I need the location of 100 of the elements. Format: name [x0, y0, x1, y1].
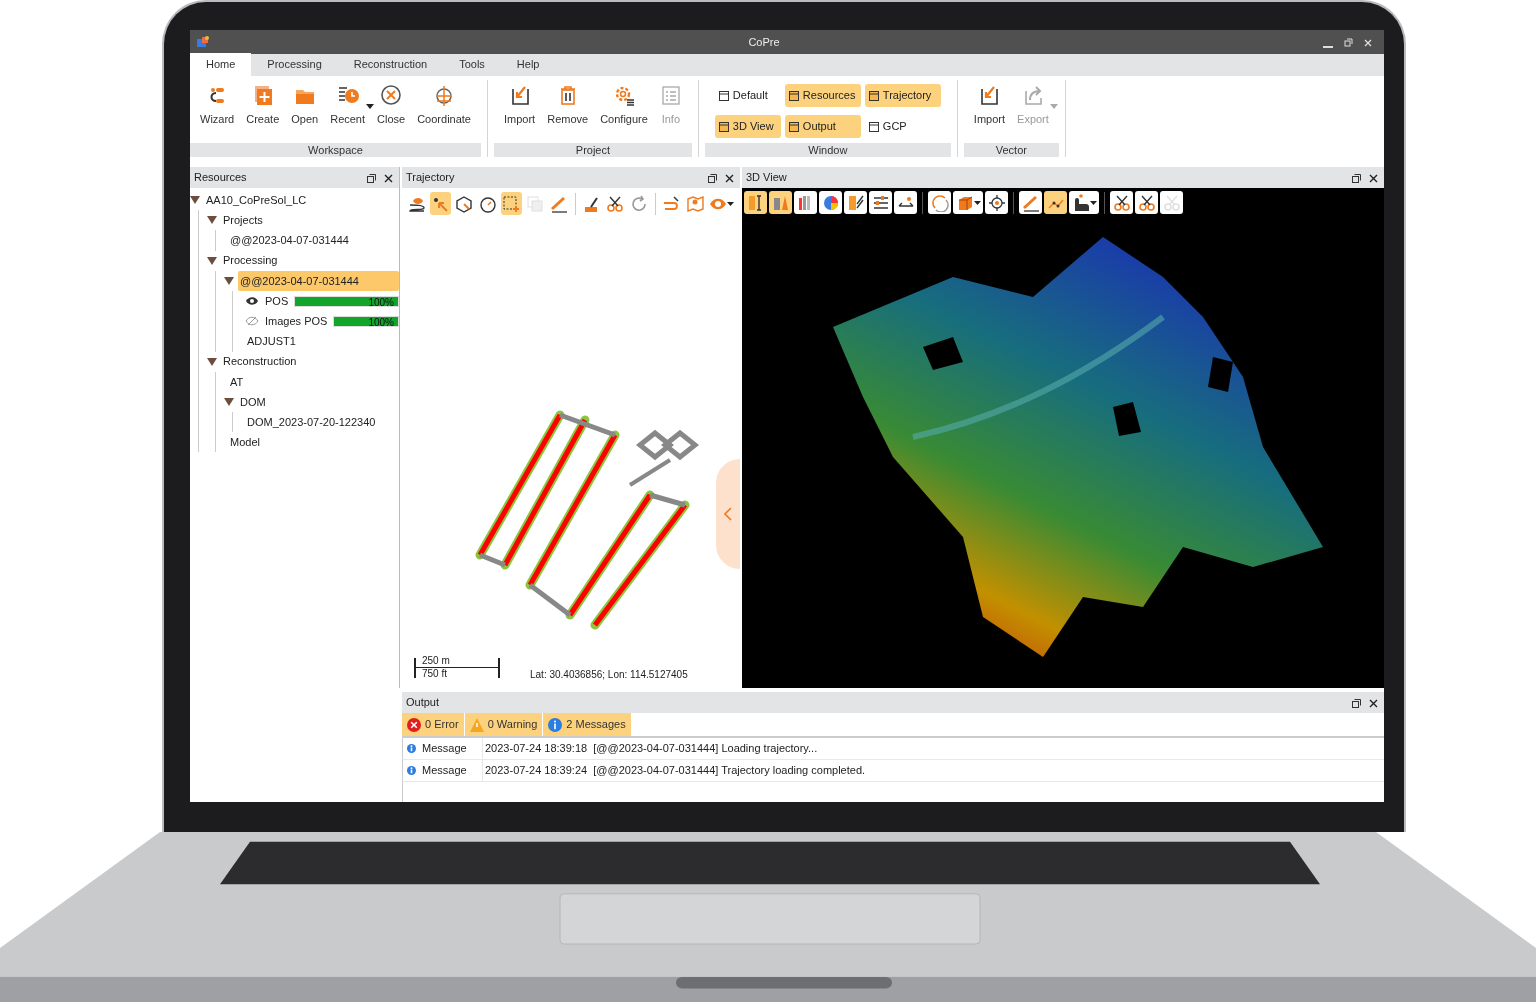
close-icon [1363, 37, 1373, 48]
window-title: CoPre [747, 34, 781, 50]
panel-title: Trajectory [406, 170, 456, 186]
tree-item[interactable]: @@2023-04-07-031444 [238, 270, 399, 292]
window-toggle[interactable]: Output [784, 115, 861, 138]
window-toggle[interactable]: Trajectory [864, 84, 941, 107]
tree-item[interactable]: DOM [238, 392, 268, 412]
caret-icon [973, 200, 981, 205]
restore-icon [367, 173, 376, 183]
tree-item[interactable]: Images POS [263, 311, 330, 331]
ribbon-button[interactable]: Create [240, 80, 286, 132]
restore-icon [1343, 37, 1353, 48]
window-icon [718, 121, 729, 132]
message-type: Message [422, 741, 467, 757]
tree-item[interactable]: POS [263, 291, 291, 311]
menu-tab[interactable]: Tools [443, 52, 501, 76]
filter-button[interactable]: 0 Warning [464, 713, 543, 736]
restore-icon [1352, 173, 1361, 183]
ribbon-group-label: Project [494, 143, 692, 157]
menu-tab[interactable]: Home [190, 52, 252, 76]
tool-button[interactable] [894, 191, 917, 214]
coordinates-text: Lat: 30.4036856; Lon: 114.5127405 [530, 668, 688, 682]
tree-item[interactable]: Reconstruction [221, 352, 299, 371]
collapse-handle[interactable] [716, 459, 740, 569]
progress-reading: 100% [368, 295, 394, 310]
window-icon [718, 90, 729, 101]
window-icon [788, 121, 799, 132]
menu-tab[interactable]: Help [500, 52, 556, 76]
ribbon-group-label: Vector [963, 143, 1059, 157]
tool-button[interactable] [985, 191, 1008, 214]
clock-icon [336, 84, 359, 106]
tree-item[interactable]: DOM_2023-07-20-122340 [245, 412, 378, 432]
ribbon-button[interactable]: Open [285, 80, 325, 132]
import-icon [978, 84, 1001, 106]
progress-reading: 100% [368, 315, 394, 330]
menu-tab[interactable]: Reconstruction [337, 52, 444, 76]
tree-item[interactable]: Model [228, 433, 262, 452]
caret-icon [727, 201, 735, 206]
tool-button[interactable] [1044, 191, 1067, 214]
tree-item[interactable]: Projects [221, 211, 265, 230]
caret-icon [1089, 200, 1097, 205]
ribbon-button[interactable]: Recent [324, 80, 372, 132]
polygon-select-icon [455, 194, 474, 213]
window-toggle[interactable]: GCP [864, 115, 941, 138]
ribbon-button[interactable]: Import [498, 80, 542, 132]
ribbon-button[interactable]: Remove [541, 80, 595, 132]
restore-icon [708, 173, 717, 183]
close-icon [1369, 698, 1378, 708]
ribbon-button[interactable]: Configure [594, 80, 654, 132]
ribbon-group-label: Window [704, 143, 951, 157]
close-icon [384, 173, 393, 183]
tool-button[interactable] [1135, 191, 1158, 214]
map-pin-icon [685, 194, 704, 213]
list-icon [659, 84, 682, 106]
close-icon [380, 84, 403, 106]
scale-label: 250 m [422, 656, 450, 666]
scale-label: 750 ft [422, 669, 448, 679]
window-icon [868, 90, 879, 101]
tree-item[interactable]: @@2023-04-07-031444 [228, 231, 351, 250]
sliders-icon [871, 193, 890, 212]
tool-button[interactable] [429, 192, 452, 215]
ribbon-button[interactable]: Close [371, 80, 412, 132]
redo-icon [629, 194, 648, 213]
ribbon-group-label: Workspace [190, 143, 481, 157]
gear-icon [613, 84, 635, 106]
tool-button[interactable] [953, 191, 983, 214]
rectangle-select-icon [502, 194, 521, 213]
ribbon-button[interactable]: Wizard [194, 80, 241, 132]
tree-item[interactable]: AT [228, 372, 246, 392]
restore-icon [1352, 698, 1361, 708]
scissors-icon [1162, 193, 1181, 212]
ribbon-button[interactable]: Import [967, 80, 1012, 132]
menu-tab[interactable]: Processing [251, 52, 338, 76]
stripes-icon [846, 193, 865, 212]
tree-item[interactable]: AA10_CoPreSol_LC [204, 190, 309, 210]
close-icon [1369, 173, 1378, 183]
tool-button[interactable] [869, 191, 892, 214]
tool-button[interactable] [844, 191, 867, 214]
warning-icon [469, 717, 484, 732]
window-toggle[interactable]: Default [714, 84, 781, 107]
caret-icon [366, 104, 375, 109]
timer-icon [478, 194, 497, 213]
tree-item[interactable]: Processing [221, 251, 280, 270]
window-icon [868, 121, 879, 132]
path-icon [662, 194, 681, 213]
filter-button[interactable]: 2 Messages [543, 713, 631, 736]
color-wheel-icon [821, 193, 840, 212]
tool-button[interactable] [1110, 191, 1133, 214]
ribbon-button[interactable]: Coordinate [411, 80, 477, 132]
message-text: 2023-07-24 18:39:24 [@@2023-04-07-031444] Trajectory loading completed. [484, 763, 866, 779]
ruler-icon [549, 194, 568, 213]
error-icon [407, 717, 421, 732]
window-toggle[interactable]: Resources [784, 84, 861, 107]
tree-item[interactable]: ADJUST1 [245, 332, 298, 351]
filter-button[interactable]: 0 Error [402, 713, 464, 736]
tool-button[interactable] [1069, 191, 1099, 214]
message-text: 2023-07-24 18:39:18 [@@2023-04-07-031444] Loading trajectory... [484, 741, 818, 757]
minimize-icon [1323, 46, 1333, 48]
window-icon [788, 90, 799, 101]
window-toggle[interactable]: 3D View [714, 115, 781, 138]
